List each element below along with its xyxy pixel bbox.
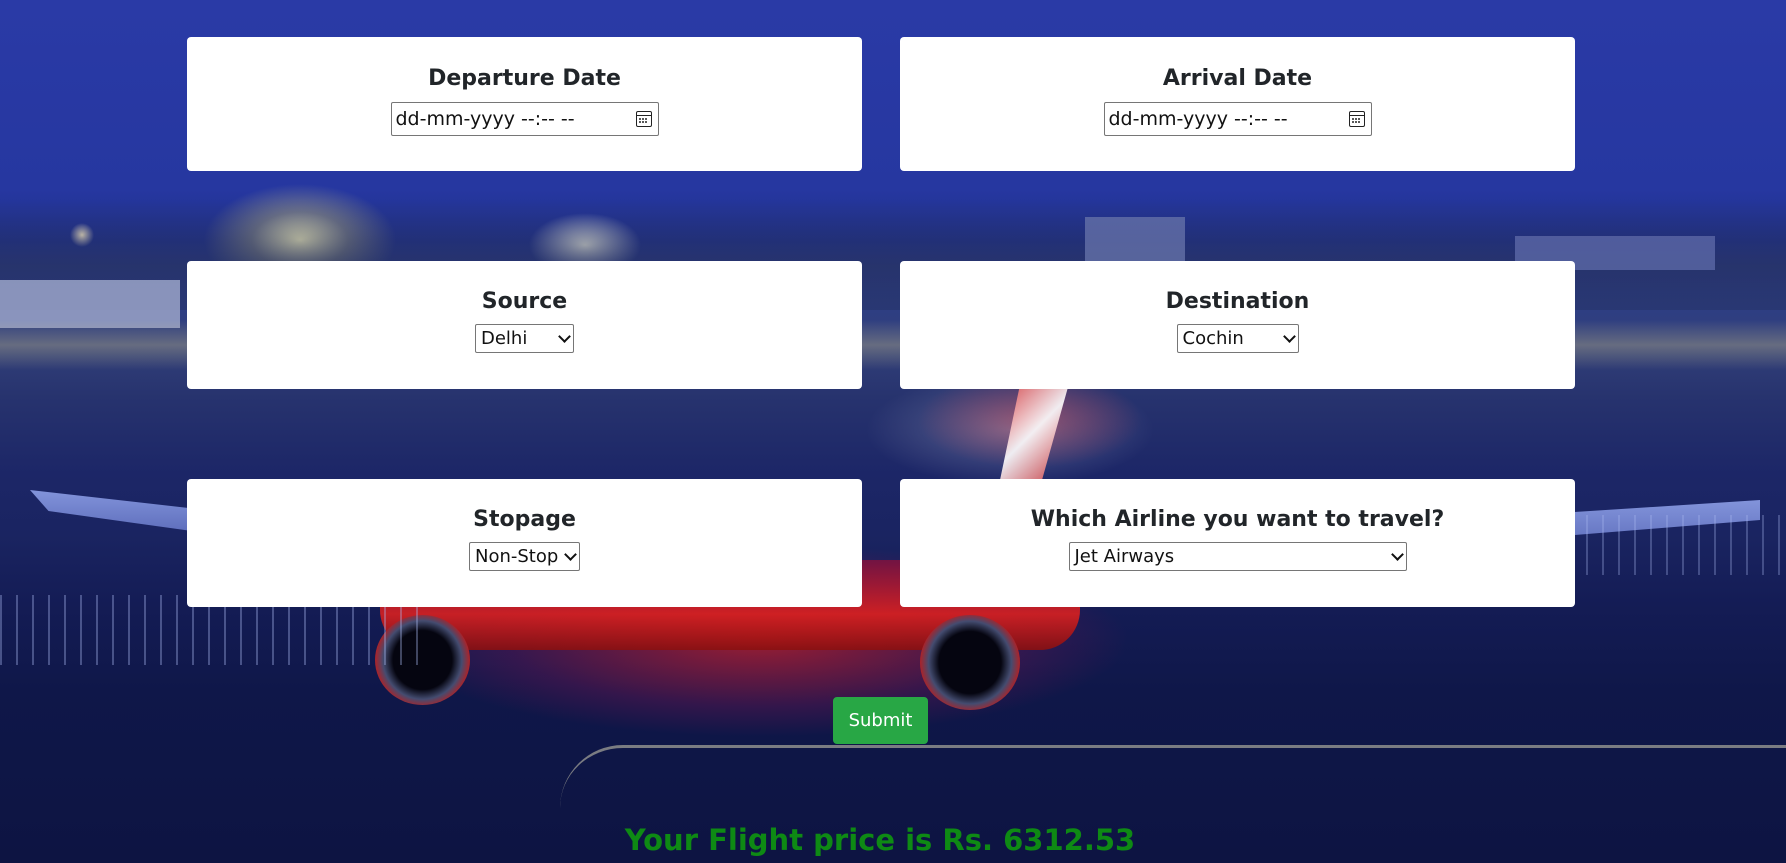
calendar-icon[interactable] <box>1348 111 1365 127</box>
destination-selected-value: Cochin <box>1182 328 1244 349</box>
departure-date-input[interactable]: dd-mm-yyyy --:-- -- <box>390 102 659 136</box>
stopage-card: Stopage Non-Stop <box>187 479 862 607</box>
destination-label: Destination <box>1165 289 1310 314</box>
stopage-select[interactable]: Non-Stop <box>469 542 580 571</box>
arrival-date-input[interactable]: dd-mm-yyyy --:-- -- <box>1103 102 1372 136</box>
source-card: Source Delhi <box>187 261 862 389</box>
chevron-down-icon <box>564 547 577 561</box>
chevron-down-icon <box>1390 547 1404 561</box>
chevron-down-icon <box>558 329 571 343</box>
arrival-date-label: Arrival Date <box>1162 66 1313 91</box>
flight-price-result: Your Flight price is Rs. 6312.53 <box>624 823 1136 857</box>
source-selected-value: Delhi <box>481 328 528 349</box>
airline-select[interactable]: Jet Airways <box>1068 542 1407 571</box>
airline-label: Which Airline you want to travel? <box>1030 507 1445 532</box>
submit-button[interactable]: Submit <box>833 697 928 744</box>
arrival-date-card: Arrival Date dd-mm-yyyy --:-- -- <box>900 37 1575 171</box>
background-building <box>1085 217 1185 262</box>
source-select[interactable]: Delhi <box>475 324 574 353</box>
source-label: Source <box>481 289 568 314</box>
background-plane-engine <box>920 615 1020 710</box>
stopage-label: Stopage <box>473 507 576 532</box>
departure-date-label: Departure Date <box>428 66 621 91</box>
stopage-selected-value: Non-Stop <box>475 546 559 567</box>
airline-selected-value: Jet Airways <box>1074 546 1175 567</box>
destination-select[interactable]: Cochin <box>1176 324 1299 353</box>
destination-card: Destination Cochin <box>900 261 1575 389</box>
calendar-icon[interactable] <box>635 111 652 127</box>
background-fence <box>1570 515 1786 575</box>
airline-card: Which Airline you want to travel? Jet Ai… <box>900 479 1575 607</box>
background-taxi-line <box>560 745 1786 808</box>
departure-date-placeholder: dd-mm-yyyy --:-- -- <box>395 108 575 130</box>
chevron-down-icon <box>1282 329 1296 343</box>
departure-date-card: Departure Date dd-mm-yyyy --:-- -- <box>187 37 862 171</box>
arrival-date-placeholder: dd-mm-yyyy --:-- -- <box>1108 108 1288 130</box>
